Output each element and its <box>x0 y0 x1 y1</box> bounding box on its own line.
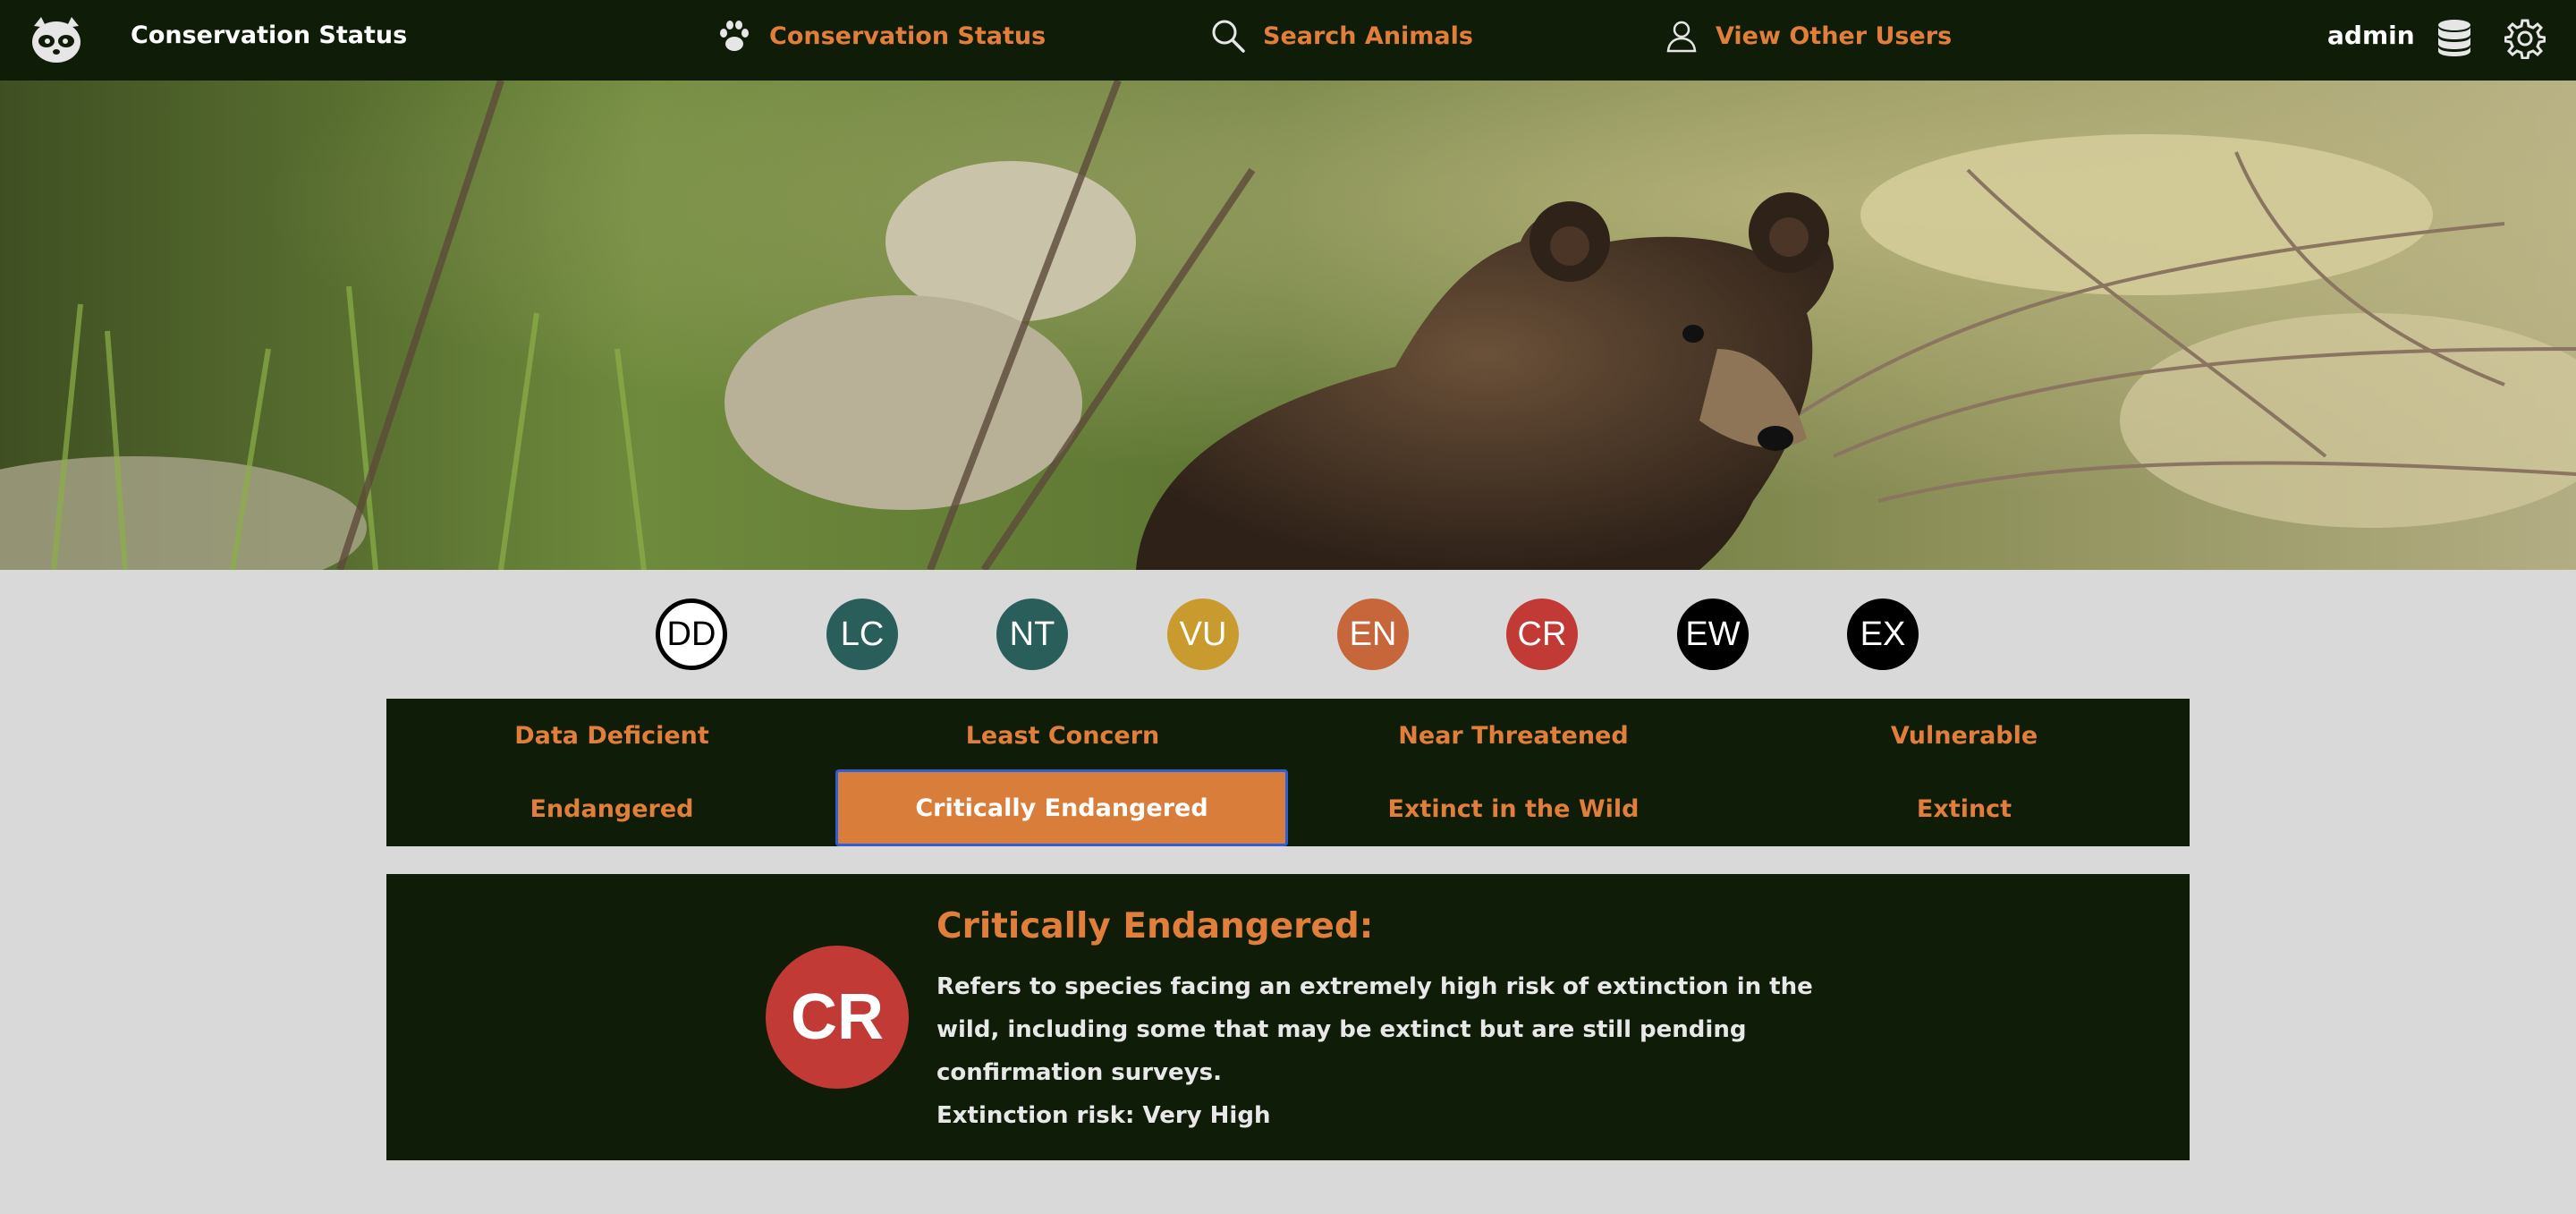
detail-extinction-risk: Extinction risk: Very High <box>936 1102 1271 1129</box>
detail-status-badge: CR <box>766 946 909 1089</box>
tab-data-deficient[interactable]: Data Deficient <box>386 699 837 772</box>
tab-endangered[interactable]: Endangered <box>386 772 837 845</box>
search-icon <box>1212 20 1245 53</box>
status-detail-panel: CR Critically Endangered: Refers to spec… <box>386 874 2190 1160</box>
nav-view-other-users[interactable]: View Other Users <box>1664 0 1952 72</box>
hero-bear-cub-image <box>0 81 2576 570</box>
nav-conservation-status-label: Conservation Status <box>769 21 1046 50</box>
status-circle-ew[interactable]: EW <box>1677 599 1749 670</box>
tab-least-concern[interactable]: Least Concern <box>837 699 1288 772</box>
status-circle-vu[interactable]: VU <box>1167 599 1239 670</box>
paw-icon <box>720 21 749 51</box>
tab-near-threatened[interactable]: Near Threatened <box>1288 699 1739 772</box>
category-tabs: Data Deficient Least Concern Near Threat… <box>386 699 2190 846</box>
tab-extinct[interactable]: Extinct <box>1739 772 2190 845</box>
database-icon[interactable] <box>2435 18 2474 57</box>
status-circle-lc[interactable]: LC <box>826 599 898 670</box>
nav-search-animals[interactable]: Search Animals <box>1209 0 1473 72</box>
detail-title: Critically Endangered: <box>936 906 1374 947</box>
status-circle-dd[interactable]: DD <box>656 599 727 670</box>
status-circle-nt[interactable]: NT <box>996 599 1068 670</box>
nav-search-animals-label: Search Animals <box>1263 21 1473 50</box>
status-circle-en[interactable]: EN <box>1337 599 1409 670</box>
status-circle-cr[interactable]: CR <box>1506 599 1578 670</box>
top-nav-bar: Conservation Status Conservation Status … <box>0 0 2576 81</box>
status-circle-ex[interactable]: EX <box>1847 599 1919 670</box>
gear-icon[interactable] <box>2504 18 2546 59</box>
nav-view-other-users-label: View Other Users <box>1716 21 1953 50</box>
tab-vulnerable[interactable]: Vulnerable <box>1739 699 2190 772</box>
user-icon <box>1666 21 1697 53</box>
tab-extinct-in-the-wild[interactable]: Extinct in the Wild <box>1288 772 1739 845</box>
tab-critically-endangered[interactable]: Critically Endangered <box>835 769 1288 846</box>
detail-description: Refers to species facing an extremely hi… <box>936 973 1813 1086</box>
nav-conservation-status[interactable]: Conservation Status <box>716 0 1046 72</box>
app-title[interactable]: Conservation Status <box>131 0 407 72</box>
red-panda-logo-icon[interactable] <box>29 15 84 65</box>
current-user-name[interactable]: admin <box>2327 0 2415 72</box>
